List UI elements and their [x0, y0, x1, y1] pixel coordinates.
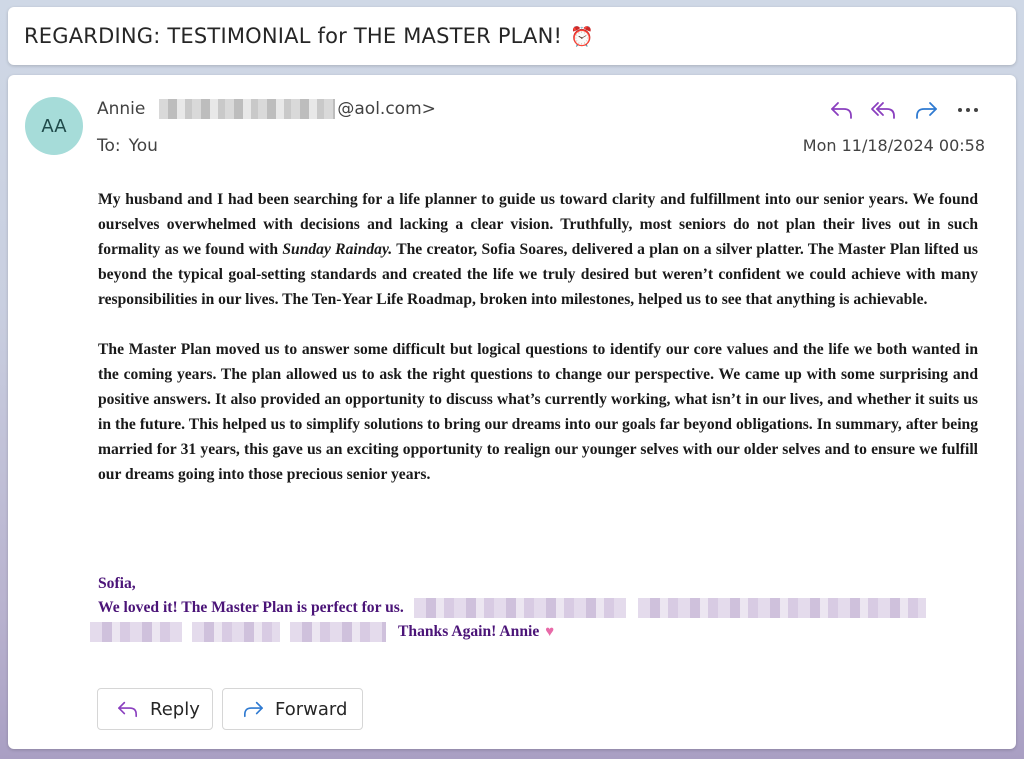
body-paragraph-2: The Master Plan moved us to answer some … — [98, 341, 978, 483]
body-paragraph-1: My husband and I had been searching for … — [98, 187, 978, 312]
forward-icon — [241, 699, 265, 719]
redacted-text — [413, 598, 626, 618]
signature-line-3: Thanks Again! Annie ♥ — [90, 620, 998, 644]
sender-domain: @aol.com> — [337, 99, 436, 119]
avatar[interactable]: AA — [25, 97, 83, 155]
redacted-email — [159, 99, 336, 119]
reply-button-label: Reply — [150, 698, 200, 720]
avatar-initials: AA — [41, 115, 67, 137]
alarm-clock-icon: ⏰ — [570, 25, 594, 48]
reply-icon[interactable] — [824, 95, 860, 125]
reply-icon — [116, 699, 140, 719]
redacted-text — [637, 598, 926, 618]
reply-all-icon[interactable] — [866, 95, 902, 125]
forward-icon[interactable] — [908, 95, 944, 125]
subject-title: REGARDING: TESTIMONIAL for THE MASTER PL… — [24, 24, 563, 48]
forward-button-label: Forward — [275, 698, 348, 720]
redacted-text — [192, 622, 280, 642]
signature-line-2: We loved it! The Master Plan is perfect … — [98, 596, 998, 620]
message-actions — [824, 95, 986, 125]
message-body: My husband and I had been searching for … — [98, 187, 978, 512]
signature-block: Sofia, We loved it! The Master Plan is p… — [90, 572, 998, 644]
redacted-text — [290, 622, 386, 642]
to-value[interactable]: You — [129, 136, 158, 156]
to-label: To: — [97, 136, 121, 156]
reply-button[interactable]: Reply — [97, 688, 213, 730]
redacted-text — [90, 622, 182, 642]
subject-bar: REGARDING: TESTIMONIAL for THE MASTER PL… — [8, 7, 1016, 65]
sender-line[interactable]: Annie @aol.com> — [97, 97, 436, 121]
signature-greeting: Sofia, — [98, 575, 136, 592]
forward-button[interactable]: Forward — [222, 688, 363, 730]
heart-icon: ♥ — [545, 624, 555, 640]
sender-name: Annie — [97, 99, 146, 119]
more-options-icon[interactable] — [950, 95, 986, 125]
message-card: AA Annie @aol.com> To: You Mon 11/18/202… — [8, 75, 1016, 749]
recipient-line: To: You — [97, 134, 158, 158]
signature-line-1: Sofia, — [98, 572, 998, 596]
signature-closing: Thanks Again! Annie — [398, 623, 540, 640]
message-date: Mon 11/18/2024 00:58 — [802, 136, 985, 155]
signature-message: We loved it! The Master Plan is perfect … — [98, 599, 404, 616]
body-italic-title: Sunday Rainday. — [282, 241, 393, 258]
